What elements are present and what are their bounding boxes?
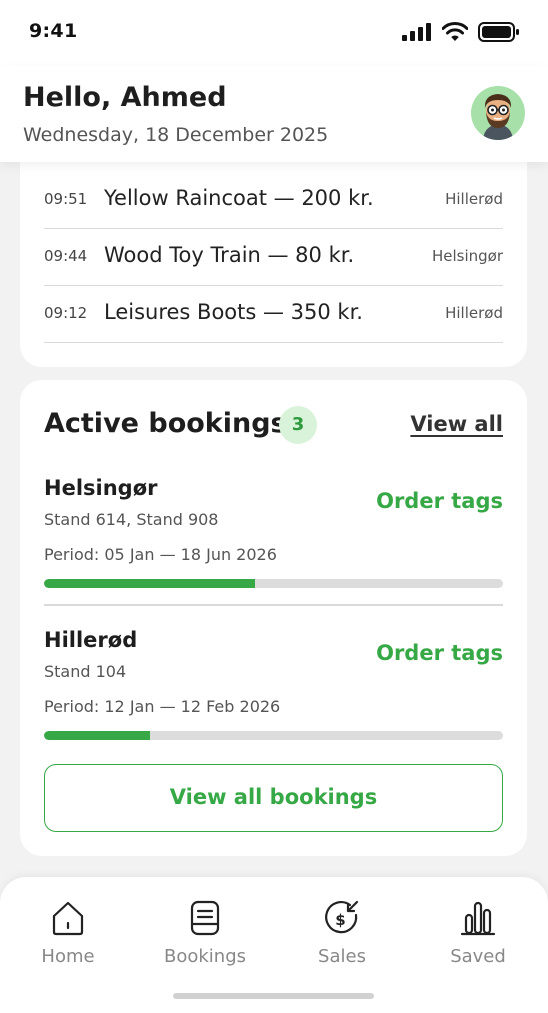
home-indicator xyxy=(173,993,374,999)
booking-progress-bar xyxy=(44,579,503,588)
tab-label: Home xyxy=(41,946,95,967)
tab-home[interactable]: Home xyxy=(8,899,128,973)
booking-period: Period: 05 Jan — 18 Jun 2026 xyxy=(44,545,277,564)
saved-icon xyxy=(460,901,496,936)
sale-time: 09:51 xyxy=(44,190,88,208)
divider xyxy=(44,604,503,606)
tab-label: Bookings xyxy=(163,946,246,967)
sale-time: 09:44 xyxy=(44,247,88,265)
header: Hello, Ahmed Wednesday, 18 December 2025 xyxy=(0,66,548,162)
order-tags-button[interactable]: Order tags xyxy=(376,641,503,665)
recent-sales-card: 09:51 Yellow Raincoat — 200 kr. Hillerød… xyxy=(20,140,527,367)
sale-time: 09:12 xyxy=(44,304,88,322)
tab-saved[interactable]: Saved xyxy=(418,899,538,973)
booking-progress-fill xyxy=(44,579,256,588)
home-icon xyxy=(52,901,84,936)
status-time: 9:41 xyxy=(29,20,78,42)
list-item[interactable]: 09:12 Leisures Boots — 350 kr. Hillerød xyxy=(44,286,503,343)
booking-location: Helsingør xyxy=(44,476,158,500)
list-item[interactable]: 09:51 Yellow Raincoat — 200 kr. Hillerød xyxy=(44,172,503,229)
active-bookings-card: Active bookings 3 View all Helsingør Sta… xyxy=(20,380,527,856)
current-date: Wednesday, 18 December 2025 xyxy=(23,124,329,146)
view-all-bookings-button[interactable]: View all bookings xyxy=(44,764,503,832)
sale-title: Yellow Raincoat — 200 kr. xyxy=(104,186,374,210)
tab-sales[interactable]: $ Sales xyxy=(282,899,402,973)
greeting: Hello, Ahmed xyxy=(23,82,227,113)
avatar[interactable] xyxy=(471,86,525,140)
svg-text:$: $ xyxy=(335,911,345,929)
order-tags-button[interactable]: Order tags xyxy=(376,489,503,513)
list-item[interactable]: 09:44 Wood Toy Train — 80 kr. Helsingør xyxy=(44,229,503,286)
sale-title: Leisures Boots — 350 kr. xyxy=(104,300,363,324)
section-title: Active bookings xyxy=(44,408,287,439)
status-icons xyxy=(402,22,520,42)
booking-stands: Stand 614, Stand 908 xyxy=(44,510,219,529)
avatar-illustration-icon xyxy=(483,94,513,140)
tab-label: Saved xyxy=(450,946,506,967)
wifi-icon xyxy=(442,22,468,41)
tab-label: Sales xyxy=(318,946,366,967)
tab-bar: Home Bookings $ Sales Saved xyxy=(0,877,548,1013)
battery-icon xyxy=(478,22,519,42)
booking-period: Period: 12 Jan — 12 Feb 2026 xyxy=(44,697,281,716)
sale-location: Hillerød xyxy=(445,304,503,322)
booking-location: Hillerød xyxy=(44,628,138,652)
cellular-signal-icon xyxy=(402,23,431,41)
sale-location: Helsingør xyxy=(431,247,503,265)
sales-icon: $ xyxy=(325,900,359,934)
bookings-icon xyxy=(190,900,220,936)
bookings-count-badge: 3 xyxy=(279,406,317,444)
view-all-link[interactable]: View all xyxy=(410,412,503,436)
sale-location: Hillerød xyxy=(445,190,503,208)
booking-progress-fill xyxy=(44,731,150,740)
tab-bookings[interactable]: Bookings xyxy=(145,899,265,973)
booking-stands: Stand 104 xyxy=(44,662,127,681)
sale-title: Wood Toy Train — 80 kr. xyxy=(104,243,355,267)
booking-progress-bar xyxy=(44,731,503,740)
status-bar: 9:41 xyxy=(0,0,548,66)
app-screen: 9:41 Hello, Ahmed Wednesday, 18 December xyxy=(0,0,548,1013)
